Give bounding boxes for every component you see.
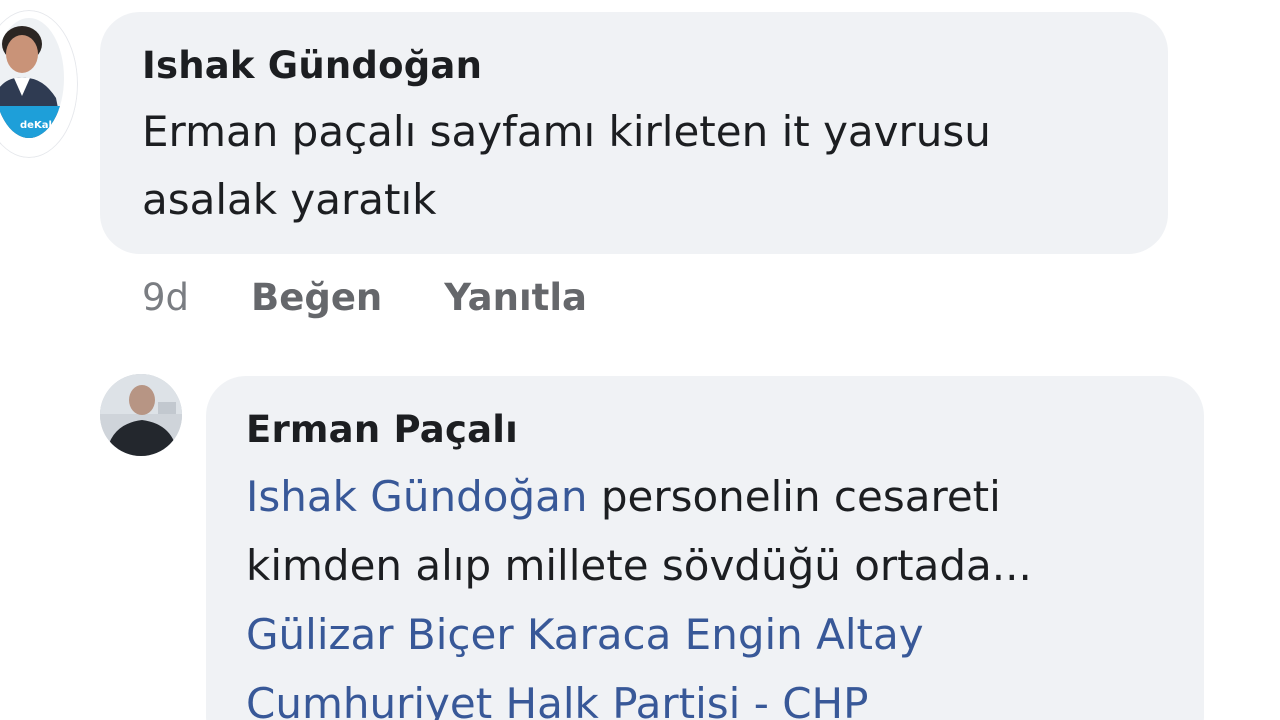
comment-actions: 9d Beğen Yanıtla [142,276,587,319]
comment-text: Ishak Gündoğan personelin cesareti kimde… [246,462,1206,720]
comment-thread: deKal Ishak Gündoğan Erman paçalı sayfam… [0,0,1280,720]
comment-text-line: Erman paçalı sayfamı kirleten it yavrusu [142,107,991,156]
mention-link[interactable]: Cumhuriyet Halk Partisi - CHP [246,679,868,720]
mention-link[interactable]: Gülizar Biçer Karaca [246,610,671,659]
like-button[interactable]: Beğen [251,276,382,319]
avatar[interactable]: deKal [0,10,78,158]
avatar-badge-text: deKal [20,120,52,131]
profile-photo-icon: deKal [0,18,64,138]
mention-link[interactable]: Engin Altay [685,610,924,659]
comment-bubble: Ishak Gündoğan Erman paçalı sayfamı kirl… [100,12,1168,254]
reply-button[interactable]: Yanıtla [444,276,587,319]
comment-text-line: asalak yaratık [142,175,437,224]
comment-timestamp[interactable]: 9d [142,276,189,319]
profile-photo-icon [100,374,182,456]
comment-text-segment: personelin cesareti [587,472,1001,521]
comment-author-name[interactable]: Erman Paçalı [246,408,518,451]
comment-author-name[interactable]: Ishak Gündoğan [142,44,482,87]
comment-text: Erman paçalı sayfamı kirleten it yavrusu… [142,98,1152,234]
comment-bubble: Erman Paçalı Ishak Gündoğan personelin c… [206,376,1204,720]
mention-link[interactable]: Ishak Gündoğan [246,472,587,521]
comment-text-line: kimden alıp millete sövdüğü ortada... [246,541,1032,590]
avatar[interactable] [100,374,182,456]
